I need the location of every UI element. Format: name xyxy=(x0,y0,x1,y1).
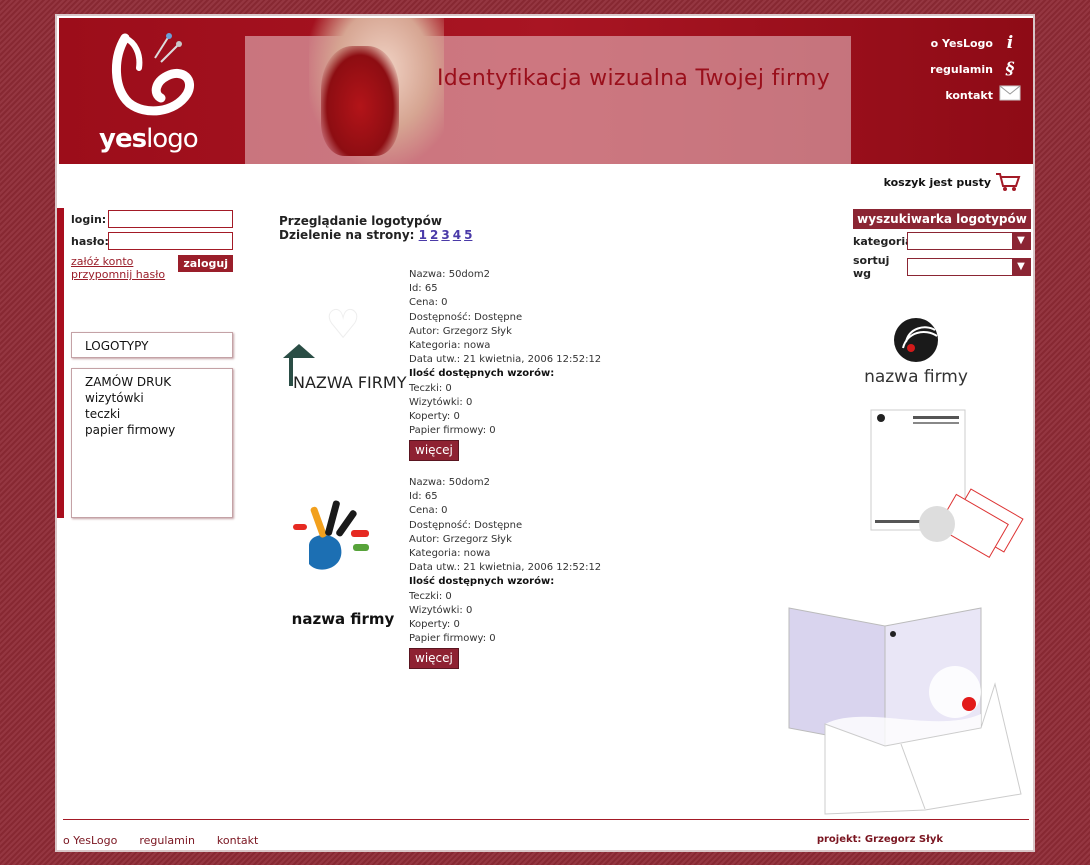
folder-mockup-image xyxy=(788,607,1022,815)
footer-credit: projekt: Grzegorz Słyk xyxy=(816,834,943,845)
info-name: Nazwa: 50dom2 xyxy=(409,477,491,488)
envelope-icon xyxy=(999,85,1021,106)
chevron-down-icon: ▼ xyxy=(1012,233,1030,249)
info-cards: Wizytówki: 0 xyxy=(409,396,473,408)
info-icon: i xyxy=(1006,33,1014,53)
header-tagline: Identyfikacja wizualna Twojej firmy xyxy=(437,66,831,91)
thumb-logo-text: NAZWA FIRMY xyxy=(293,373,407,392)
footer-contact-link[interactable]: kontakt xyxy=(217,834,258,847)
info-created: Data utw.: 21 kwietnia, 2006 12:52:12 xyxy=(409,354,602,366)
menu-item-letterhead[interactable]: papier firmowy xyxy=(85,422,219,438)
thumb-logo-text: nazwa firmy xyxy=(292,610,395,628)
logo-thumbnail[interactable]: ♡ NAZWA FIRMY xyxy=(279,268,407,438)
menu-item-folders[interactable]: teczki xyxy=(85,406,219,422)
info-cards: Wizytówki: 0 xyxy=(409,604,473,616)
category-label: kategoria xyxy=(853,234,913,248)
left-accent-bar xyxy=(57,208,64,518)
sort-row: sortuj wg ▼ xyxy=(853,254,1031,280)
info-patterns-title: Ilość dostępnych wzorów: xyxy=(409,576,555,588)
logo-text-light: logo xyxy=(146,124,199,154)
page-link-2[interactable]: 2 xyxy=(430,228,438,242)
menu-item-business-cards[interactable]: wizytówki xyxy=(85,390,219,406)
info-author: Autor: Grzegorz Słyk xyxy=(409,533,512,545)
info-paper: Papier firmowy: 0 xyxy=(409,425,496,437)
topnav-contact-link[interactable]: kontakt xyxy=(930,82,1021,108)
browse-header: Przeglądanie logotypów Dzielenie na stro… xyxy=(279,214,475,242)
menu-logotypy-box: LOGOTYPY xyxy=(71,332,233,358)
info-price: Cena: 0 xyxy=(409,505,448,517)
menu-print-box: ZAMÓW DRUK wizytówki teczki papier firmo… xyxy=(71,368,233,518)
header: yeslogo Identyfikacja wizualna Twojej fi… xyxy=(59,18,1033,164)
logo-text-bold: yes xyxy=(99,124,147,154)
logo-entry: ♡ NAZWA FIRMY Nazwa: 50dom2 Id: 65 Cena:… xyxy=(279,268,619,461)
logo-entry: nazwa firmy Nazwa: 50dom2 Id: 65 Cena: 0… xyxy=(279,476,619,669)
topnav-about-label: o YesLogo xyxy=(930,36,993,50)
page-link-1[interactable]: 1 xyxy=(419,228,427,242)
topnav-about-link[interactable]: o YesLogo i xyxy=(930,30,1021,56)
menu-print-title: ZAMÓW DRUK xyxy=(85,375,172,389)
info-patterns-title: Ilość dostępnych wzorów: xyxy=(409,368,555,380)
logo-thumbnail[interactable]: nazwa firmy xyxy=(279,476,407,646)
cart-icon xyxy=(996,173,1021,191)
sample-logo-text: nazwa firmy xyxy=(864,367,968,387)
logo-info: Nazwa: 50dom2 Id: 65 Cena: 0 Dostępność:… xyxy=(409,268,601,461)
page-frame: yeslogo Identyfikacja wizualna Twojej fi… xyxy=(55,14,1035,852)
footer-divider xyxy=(63,819,1029,820)
login-input[interactable] xyxy=(108,210,233,228)
more-button[interactable]: więcej xyxy=(409,440,459,461)
logo-info: Nazwa: 50dom2 Id: 65 Cena: 0 Dostępność:… xyxy=(409,476,601,669)
page-link-4[interactable]: 4 xyxy=(453,228,461,242)
cart-status: koszyk jest pusty xyxy=(883,175,991,189)
topnav-terms-label: regulamin xyxy=(930,62,993,76)
svg-text:♡: ♡ xyxy=(325,302,361,348)
topnav-terms-link[interactable]: regulamin § xyxy=(930,56,1021,82)
sample-logo-image: nazwa firmy xyxy=(864,318,968,387)
top-nav: o YesLogo i regulamin § kontakt xyxy=(930,30,1021,108)
more-button[interactable]: więcej xyxy=(409,648,459,669)
chevron-down-icon: ▼ xyxy=(1012,259,1030,275)
password-input[interactable] xyxy=(108,232,233,250)
password-label: hasło: xyxy=(71,234,109,248)
sort-label: sortuj wg xyxy=(853,254,890,280)
footer-terms-link[interactable]: regulamin xyxy=(139,834,195,847)
info-author: Autor: Grzegorz Słyk xyxy=(409,325,512,337)
info-folders: Teczki: 0 xyxy=(409,590,452,602)
footer-about-link[interactable]: o YesLogo xyxy=(63,834,117,847)
info-envelopes: Koperty: 0 xyxy=(409,619,460,631)
login-form: login: hasło: załóż konto przypomnij has… xyxy=(71,208,233,287)
footer-nav: o YesLogo regulamin kontakt xyxy=(63,834,258,847)
topnav-contact-label: kontakt xyxy=(945,88,993,102)
page-link-3[interactable]: 3 xyxy=(441,228,449,242)
category-select[interactable]: ▼ xyxy=(907,232,1031,250)
logo-mark-icon xyxy=(111,33,194,116)
info-category: Kategoria: nowa xyxy=(409,548,491,560)
info-availability: Dostępność: Dostępne xyxy=(409,519,523,531)
yeslogo-logo[interactable]: yeslogo xyxy=(95,28,205,158)
search-title: wyszukiwarka logotypów xyxy=(853,209,1031,229)
info-id: Id: 65 xyxy=(409,283,438,295)
sort-select[interactable]: ▼ xyxy=(907,258,1031,276)
cart[interactable]: koszyk jest pusty xyxy=(884,172,1021,192)
info-price: Cena: 0 xyxy=(409,297,448,309)
info-category: Kategoria: nowa xyxy=(409,340,491,352)
info-folders: Teczki: 0 xyxy=(409,382,452,394)
menu-logotypy-link[interactable]: LOGOTYPY xyxy=(85,338,219,354)
login-button[interactable]: zaloguj xyxy=(178,255,233,272)
pages-label: Dzielenie na strony: xyxy=(279,228,415,242)
info-paper: Papier firmowy: 0 xyxy=(409,633,496,645)
info-envelopes: Koperty: 0 xyxy=(409,411,460,423)
info-availability: Dostępność: Dostępne xyxy=(409,311,523,323)
paragraph-icon: § xyxy=(1005,59,1015,79)
browse-title: Przeglądanie logotypów xyxy=(279,214,442,228)
category-row: kategoria ▼ xyxy=(853,232,1031,250)
red-hand-image xyxy=(321,46,399,156)
info-created: Data utw.: 21 kwietnia, 2006 12:52:12 xyxy=(409,562,602,574)
page-link-5[interactable]: 5 xyxy=(464,228,472,242)
info-name: Nazwa: 50dom2 xyxy=(409,269,491,280)
letterhead-mockup-image xyxy=(870,409,1024,559)
info-id: Id: 65 xyxy=(409,491,438,503)
login-label: login: xyxy=(71,212,107,226)
